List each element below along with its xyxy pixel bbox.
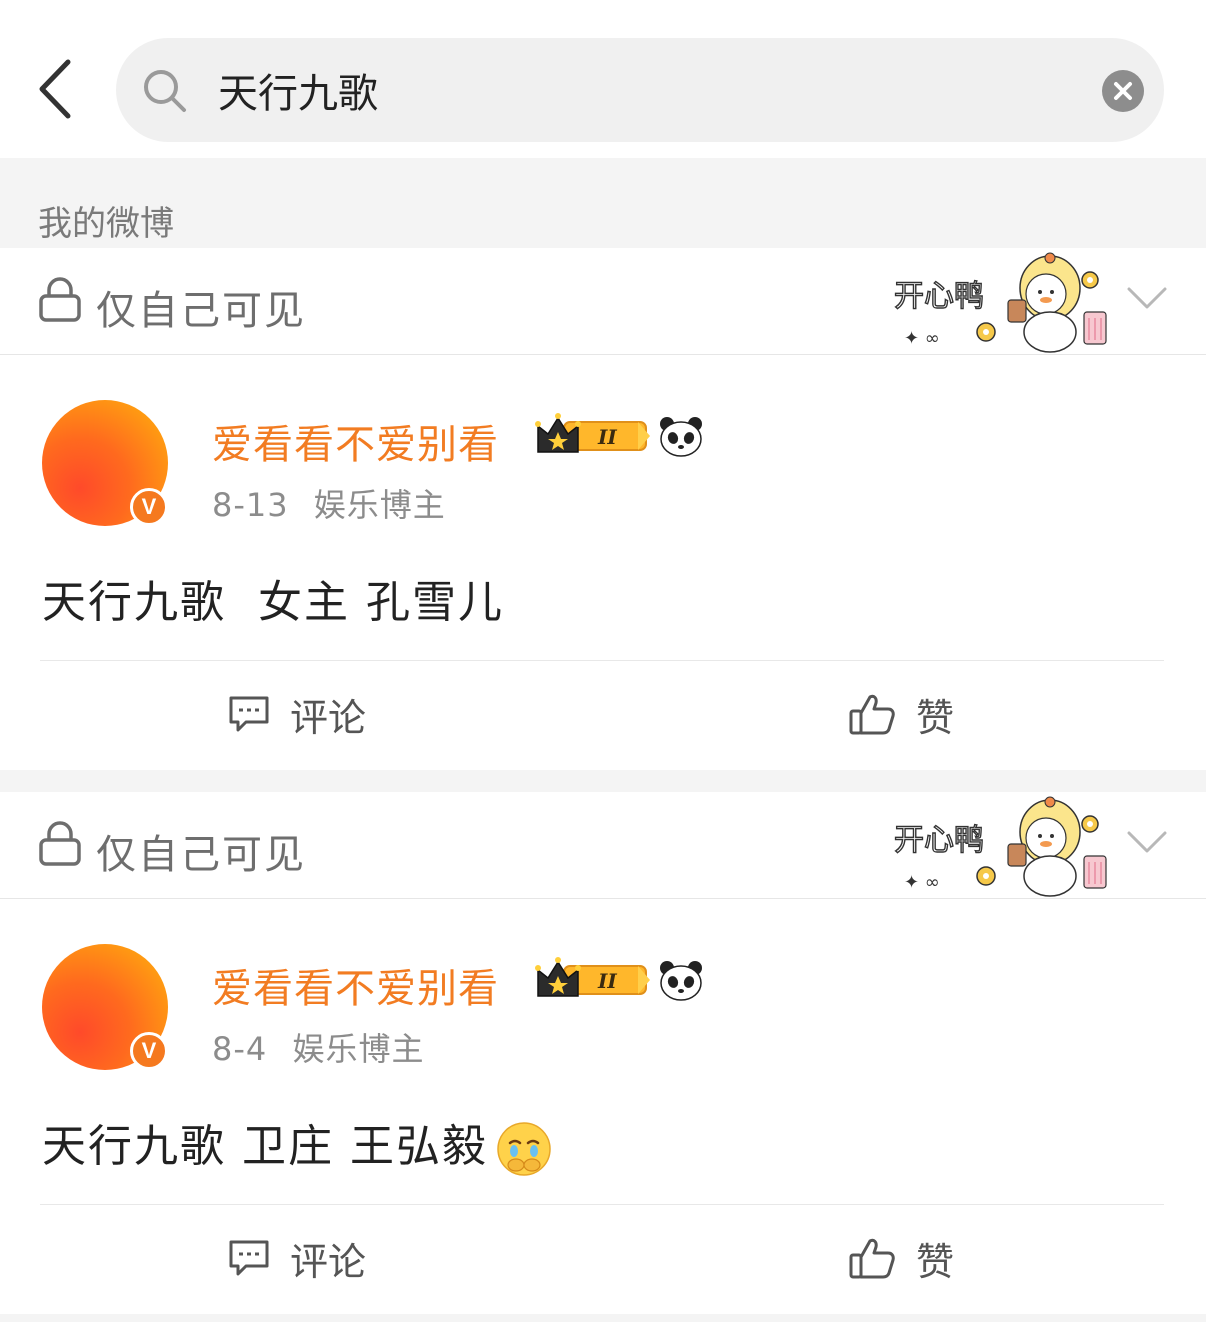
verified-badge-icon: V (130, 1032, 168, 1070)
chevron-left-icon (39, 59, 71, 119)
crying-face-icon (497, 1122, 551, 1176)
visibility-label: 仅自己可见 (96, 832, 306, 878)
divider (40, 660, 1164, 661)
author-name[interactable]: 爱看看不爱别看 (212, 412, 499, 470)
top-bar (0, 0, 1206, 158)
happy-duck-sticker: 开心鸭 ✦ ∞ (893, 796, 1107, 897)
close-icon (1114, 82, 1132, 100)
like-label: 赞 (916, 695, 955, 740)
badge-level: II (597, 969, 617, 993)
search-input[interactable] (218, 60, 1078, 120)
divider (40, 1204, 1164, 1205)
chevron-down-icon[interactable] (1126, 284, 1168, 312)
post-date: 8-4 (212, 1030, 268, 1068)
svg-text:✦ ∞: ✦ ∞ (904, 872, 940, 893)
happy-duck-sticker: 开心鸭 ✦ ∞ (893, 252, 1107, 353)
post-card-header: 仅自己可见 开心鸭 ✦ ∞ (0, 792, 1206, 899)
panda-icon (660, 961, 702, 1001)
comment-label: 评论 (290, 1239, 367, 1284)
comment-button[interactable]: 评论 (228, 684, 366, 744)
lock-icon (39, 821, 81, 866)
like-label: 赞 (916, 1239, 955, 1284)
back-button[interactable] (30, 56, 86, 122)
lock-icon (39, 277, 81, 322)
post-content[interactable]: 天行九歌 卫庄 王弘毅 (42, 1110, 552, 1177)
visibility-label: 仅自己可见 (96, 288, 306, 334)
like-button[interactable]: 赞 (848, 1228, 954, 1288)
post-card: 仅自己可见 开心鸭 ✦ ∞ V 爱看看不爱别看 II (0, 248, 1206, 770)
post-card: 仅自己可见 开心鸭 ✦ ∞ V 爱看看不爱别看 II (0, 792, 1206, 1314)
section-label: 我的微博 (38, 204, 174, 244)
svg-text:✦ ∞: ✦ ∞ (904, 328, 940, 349)
sticker-text: 开心鸭 (894, 823, 984, 858)
avatar[interactable]: V (42, 944, 168, 1070)
comment-button[interactable]: 评论 (228, 1228, 366, 1288)
chevron-down-icon[interactable] (1126, 828, 1168, 856)
comment-icon (229, 1240, 269, 1276)
post-content[interactable]: 天行九歌 女主 孔雪儿 (42, 566, 504, 630)
thumbs-up-icon (849, 1238, 895, 1279)
verified-badge-icon: V (130, 488, 168, 526)
post-card-header: 仅自己可见 开心鸭 ✦ ∞ (0, 248, 1206, 355)
clear-search-button[interactable] (1102, 70, 1144, 112)
crown-level-badge-icon: II (535, 957, 650, 997)
card-gap (0, 1314, 1206, 1322)
post-meta: 8-4 娱乐博主 (212, 1024, 424, 1070)
avatar[interactable]: V (42, 400, 168, 526)
post-meta: 8-13 娱乐博主 (212, 480, 446, 526)
thumbs-up-icon (849, 694, 895, 735)
crown-level-badge-icon: II (535, 413, 650, 453)
card-gap (0, 770, 1206, 792)
author-name[interactable]: 爱看看不爱别看 (212, 956, 499, 1014)
comment-icon (229, 696, 269, 732)
post-content-text: 天行九歌 女主 孔雪儿 (42, 577, 504, 628)
sticker-text: 开心鸭 (894, 279, 984, 314)
post-date: 8-13 (212, 486, 289, 524)
search-icon (144, 70, 186, 112)
panda-icon (660, 417, 702, 457)
author-tag: 娱乐博主 (313, 486, 446, 524)
search-box[interactable] (116, 38, 1164, 142)
author-tag: 娱乐博主 (292, 1030, 425, 1068)
post-content-text: 天行九歌 卫庄 王弘毅 (42, 1121, 488, 1172)
badge-level: II (597, 425, 617, 449)
comment-label: 评论 (290, 695, 367, 740)
like-button[interactable]: 赞 (848, 684, 954, 744)
